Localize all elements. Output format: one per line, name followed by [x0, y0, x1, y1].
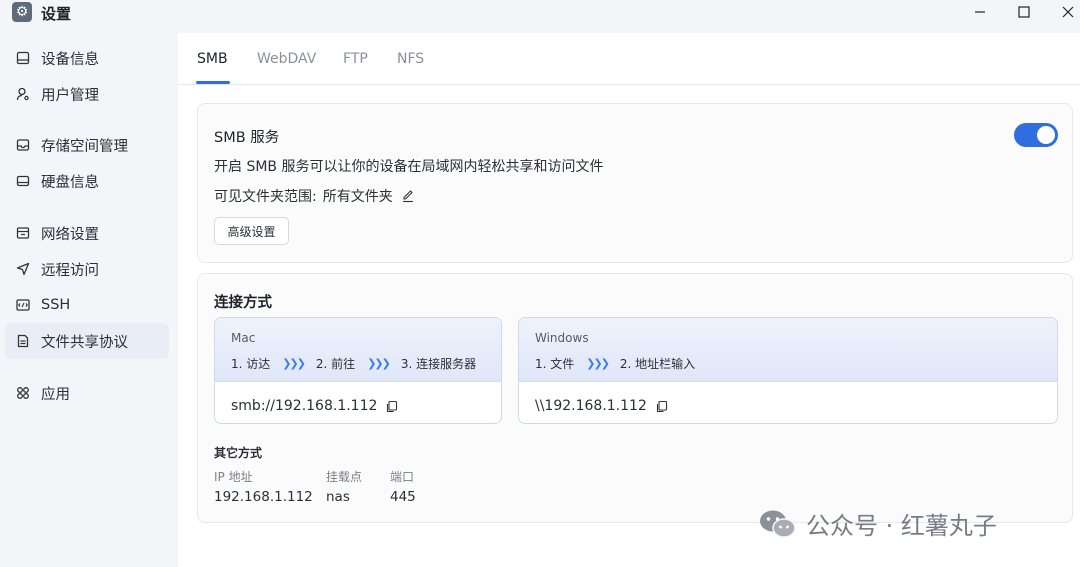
sidebar-item-label: 应用 [41, 386, 70, 403]
folder-scope-row: 可见文件夹范围: 所有文件夹 [214, 186, 415, 206]
mac-connection-box: Mac 1. 访达 ❯❯❯ 2. 前往 ❯❯❯ 3. 连接服务器 smb://1… [214, 317, 502, 424]
windows-step-1: 1. 文件 [535, 357, 575, 371]
sidebar-item-label: 存储空间管理 [41, 138, 128, 155]
watermark: 公众号 · 红薯丸子 [758, 506, 997, 541]
chevron-right-icon: ❯❯❯ [367, 357, 391, 370]
chevron-right-icon: ❯❯❯ [282, 357, 306, 370]
copy-icon[interactable] [385, 400, 398, 413]
sidebar-item-label: SSH [41, 297, 71, 313]
maximize-button[interactable] [1004, 0, 1044, 24]
mac-label: Mac [231, 331, 256, 345]
windows-smb-path: \\192.168.1.112 [535, 398, 647, 414]
storage-icon [15, 137, 31, 153]
tab-smb[interactable]: SMB [197, 51, 228, 67]
tab-nfs[interactable]: NFS [397, 51, 424, 67]
wechat-icon [758, 508, 798, 540]
sidebar-item-disk-info[interactable]: 硬盘信息 [5, 163, 169, 199]
smb-service-title: SMB 服务 [214, 130, 280, 146]
sidebar-item-label: 文件共享协议 [41, 334, 128, 351]
tab-ftp[interactable]: FTP [343, 51, 368, 67]
folder-scope-value: 所有文件夹 [322, 189, 393, 205]
active-tab-indicator [196, 81, 230, 84]
minimize-button[interactable] [960, 0, 1000, 24]
mac-smb-path: smb://192.168.1.112 [231, 398, 378, 414]
smb-service-description: 开启 SMB 服务可以让你的设备在局域网内轻松共享和访问文件 [214, 159, 604, 175]
mac-step-1: 1. 访达 [231, 357, 271, 371]
sidebar-item-network[interactable]: 网络设置 [5, 215, 169, 251]
edit-icon[interactable] [401, 189, 415, 203]
mac-connection-header: Mac 1. 访达 ❯❯❯ 2. 前往 ❯❯❯ 3. 连接服务器 [215, 318, 501, 382]
other-methods-title: 其它方式 [214, 446, 263, 460]
title-bar: ⚙ 设置 [0, 0, 1080, 28]
mac-steps: 1. 访达 ❯❯❯ 2. 前往 ❯❯❯ 3. 连接服务器 [231, 355, 476, 372]
folder-scope-label: 可见文件夹范围: [214, 189, 317, 205]
windows-path-row: \\192.168.1.112 [535, 398, 668, 414]
ssh-icon [15, 297, 31, 313]
ip-address-label: IP 地址 [214, 470, 253, 484]
protocol-tabs: SMB WebDAV FTP NFS [178, 33, 1080, 85]
sidebar: 设备信息 用户管理 存储空间管理 硬盘信息 网络设置 远程访问 SSH 文件共享… [0, 36, 178, 567]
device-info-icon [15, 50, 31, 66]
sidebar-item-device-info[interactable]: 设备信息 [5, 40, 169, 76]
network-icon [15, 225, 31, 241]
apps-icon [15, 385, 31, 401]
file-share-icon [15, 333, 31, 349]
remote-access-icon [15, 261, 31, 277]
window-title: 设置 [41, 5, 72, 23]
sidebar-item-label: 网络设置 [41, 226, 99, 243]
sidebar-item-label: 远程访问 [41, 262, 99, 279]
main-panel: SMB WebDAV FTP NFS SMB 服务 开启 SMB 服务可以让你的… [178, 33, 1080, 567]
advanced-settings-button[interactable]: 高级设置 [214, 217, 289, 245]
connection-card: 连接方式 Mac 1. 访达 ❯❯❯ 2. 前往 ❯❯❯ 3. 连接服务器 sm… [197, 273, 1073, 523]
mac-path-row: smb://192.168.1.112 [231, 398, 398, 414]
ip-address-value: 192.168.1.112 [214, 489, 313, 505]
settings-app-icon: ⚙ [12, 2, 32, 22]
sidebar-item-label: 设备信息 [41, 51, 99, 68]
mount-point-value: nas [326, 489, 350, 505]
sidebar-item-label: 用户管理 [41, 87, 99, 104]
sidebar-item-label: 硬盘信息 [41, 174, 99, 191]
windows-connection-header: Windows 1. 文件 ❯❯❯ 2. 地址栏输入 [519, 318, 1057, 382]
chevron-right-icon: ❯❯❯ [586, 357, 610, 370]
user-icon [15, 86, 31, 102]
sidebar-item-storage[interactable]: 存储空间管理 [5, 127, 169, 163]
windows-connection-box: Windows 1. 文件 ❯❯❯ 2. 地址栏输入 \\192.168.1.1… [518, 317, 1058, 424]
mac-step-3: 3. 连接服务器 [400, 357, 477, 371]
sidebar-item-file-share[interactable]: 文件共享协议 [5, 323, 169, 359]
sidebar-item-apps[interactable]: 应用 [5, 375, 169, 411]
disk-icon [15, 173, 31, 189]
windows-label: Windows [535, 331, 589, 345]
connection-title: 连接方式 [214, 295, 272, 311]
windows-step-2: 2. 地址栏输入 [619, 357, 696, 371]
tab-webdav[interactable]: WebDAV [257, 51, 316, 67]
sidebar-item-user-management[interactable]: 用户管理 [5, 76, 169, 112]
port-label: 端口 [390, 470, 415, 484]
toggle-knob [1037, 126, 1055, 144]
mac-step-2: 2. 前往 [315, 357, 356, 371]
sidebar-item-remote-access[interactable]: 远程访问 [5, 251, 169, 287]
watermark-text: 公众号 · 红薯丸子 [806, 512, 997, 540]
windows-steps: 1. 文件 ❯❯❯ 2. 地址栏输入 [535, 355, 695, 372]
port-value: 445 [390, 489, 416, 505]
mount-point-label: 挂载点 [326, 470, 363, 484]
sidebar-item-ssh[interactable]: SSH [5, 287, 169, 323]
smb-service-toggle[interactable] [1014, 123, 1058, 147]
close-button[interactable] [1048, 0, 1080, 24]
copy-icon[interactable] [655, 400, 668, 413]
smb-service-card: SMB 服务 开启 SMB 服务可以让你的设备在局域网内轻松共享和访问文件 可见… [197, 103, 1073, 263]
